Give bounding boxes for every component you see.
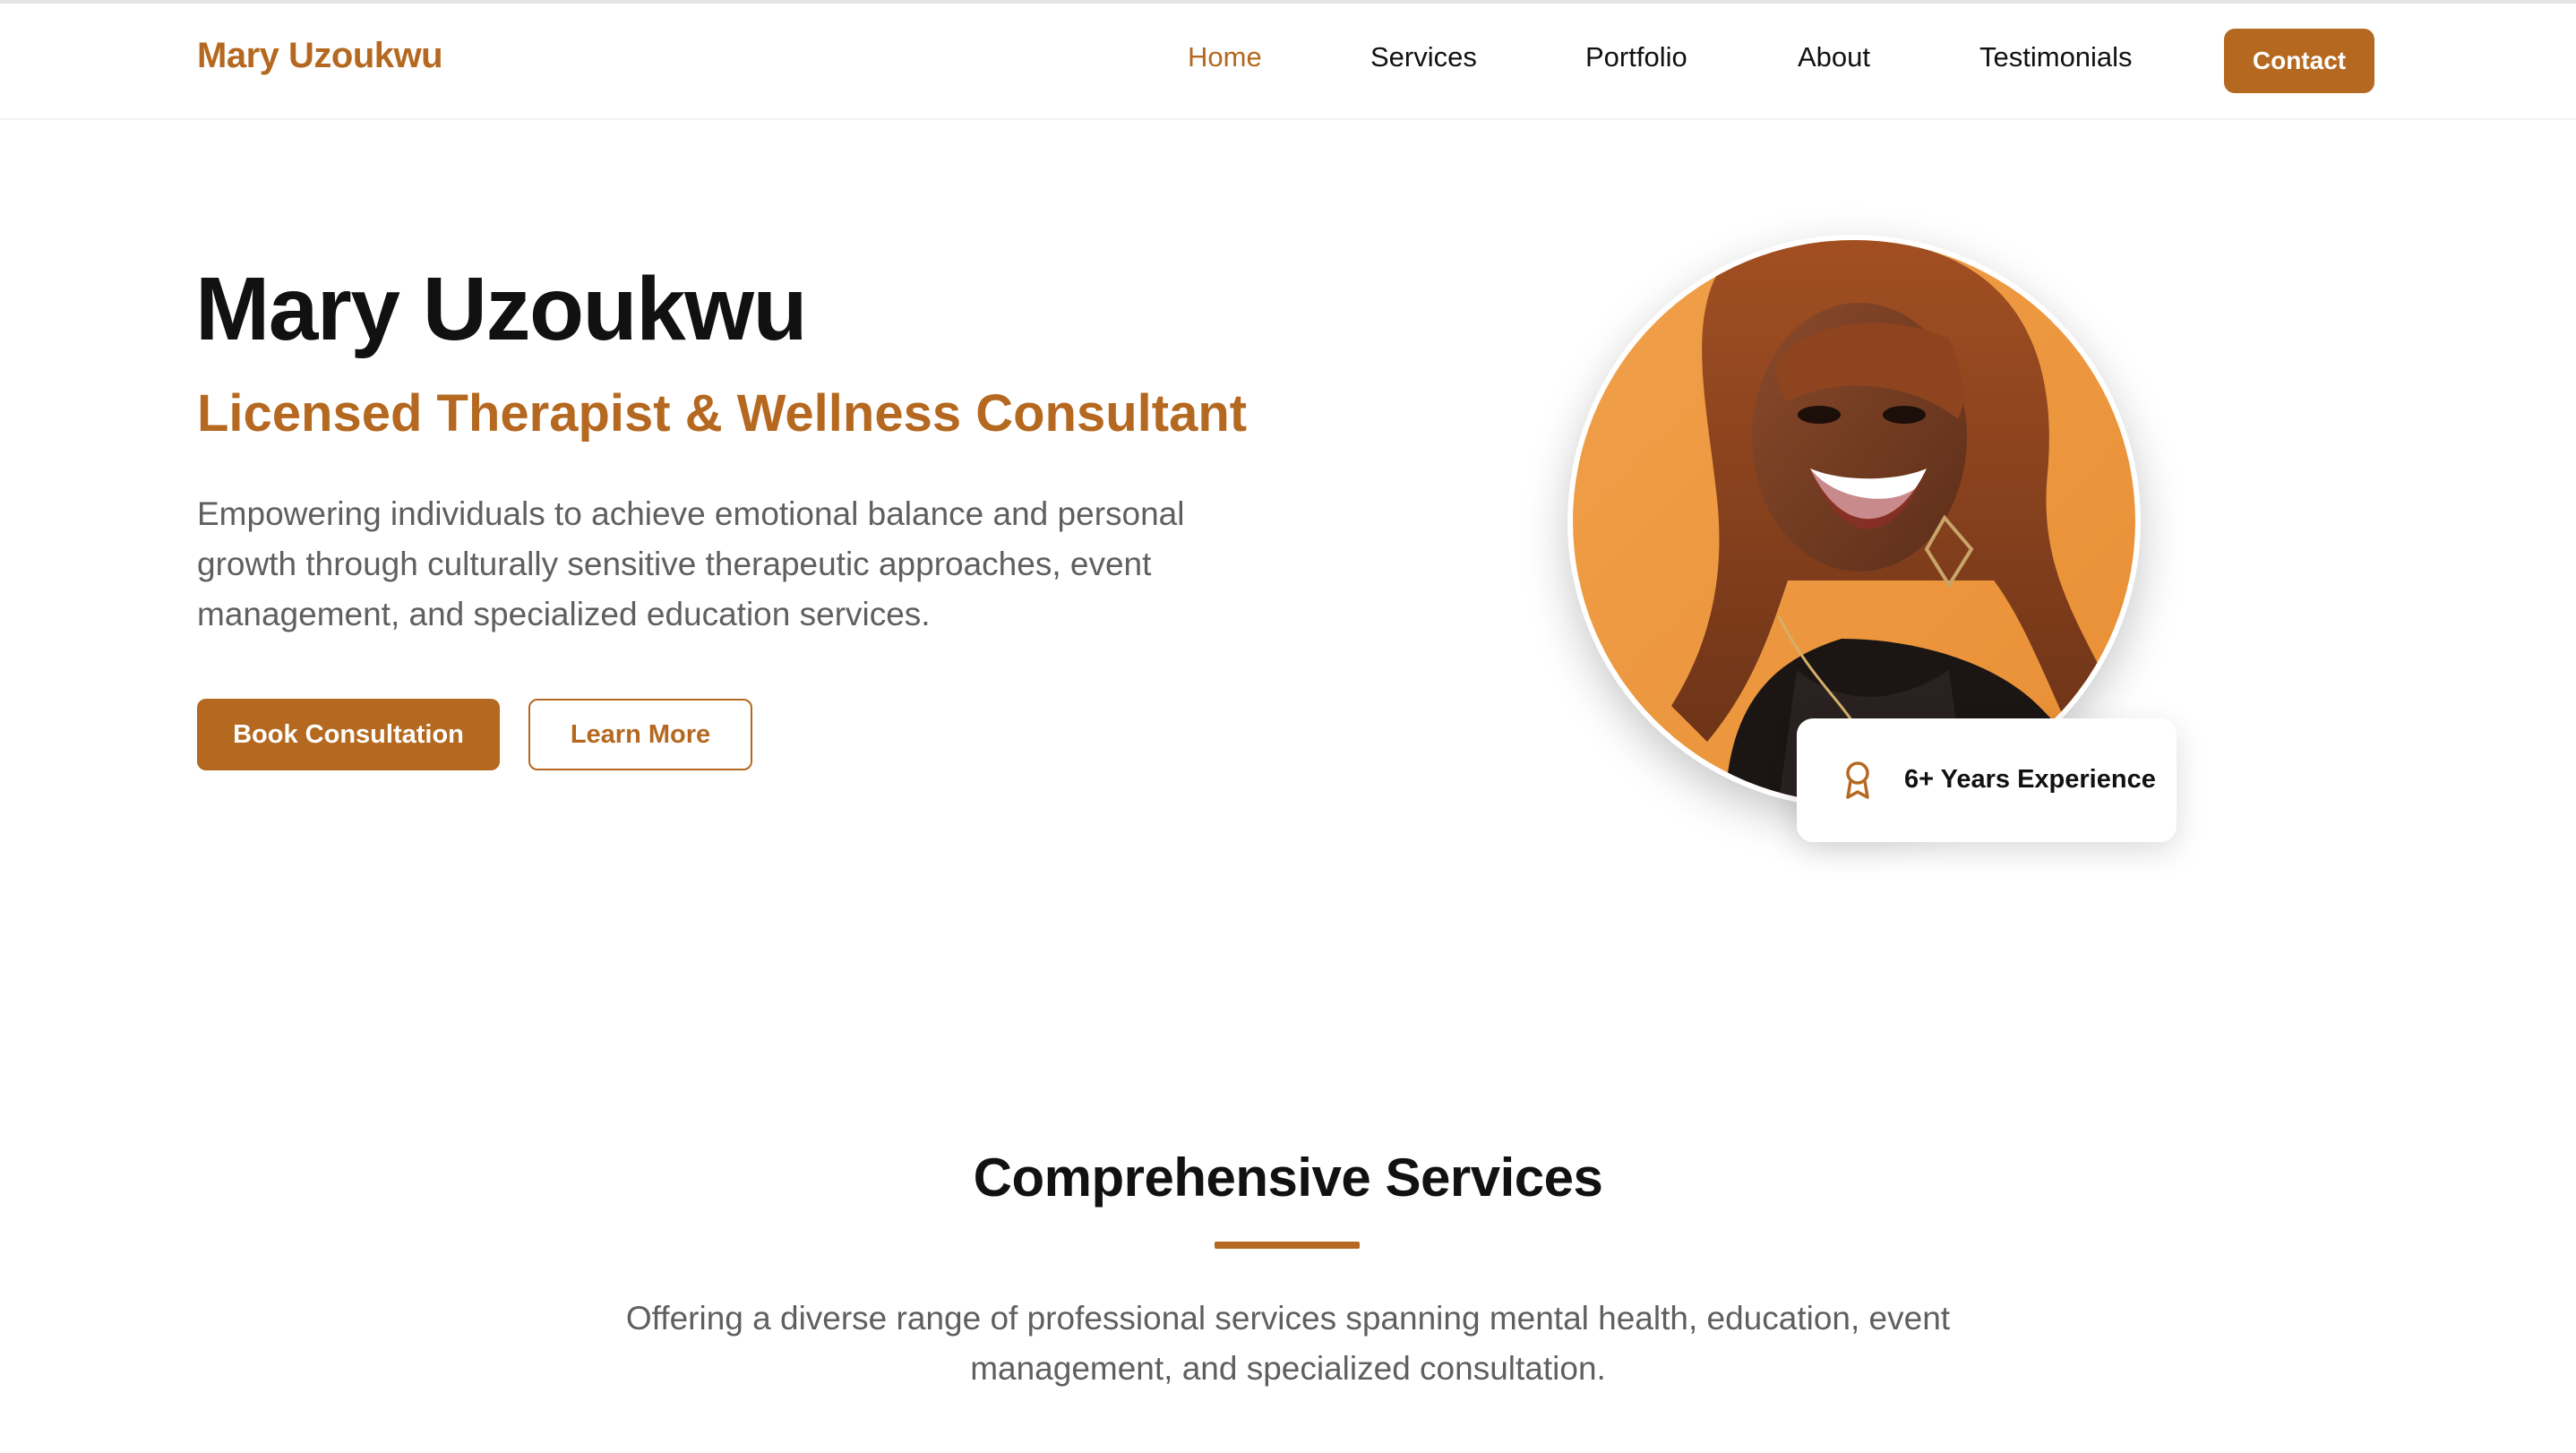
hero-title: Mary Uzoukwu bbox=[195, 259, 808, 359]
services-description: Offering a diverse range of professional… bbox=[625, 1300, 1951, 1387]
hero-description: Empowering individuals to achieve emotio… bbox=[197, 495, 1185, 632]
learn-more-button[interactable]: Learn More bbox=[528, 699, 752, 770]
nav-services[interactable]: Services bbox=[1370, 41, 1477, 73]
experience-text: 6+ Years Experience bbox=[1904, 765, 2156, 794]
book-consultation-button[interactable]: Book Consultation bbox=[197, 699, 500, 770]
award-icon bbox=[1840, 760, 1876, 801]
nav-about[interactable]: About bbox=[1798, 41, 1870, 73]
services-title: Comprehensive Services bbox=[973, 1148, 1603, 1208]
experience-badge: 6+ Years Experience bbox=[1797, 718, 2177, 842]
title-underline bbox=[1215, 1242, 1360, 1249]
brand-logo[interactable]: Mary Uzoukwu bbox=[197, 36, 443, 76]
contact-button[interactable]: Contact bbox=[2224, 29, 2374, 93]
nav-portfolio[interactable]: Portfolio bbox=[1585, 41, 1687, 73]
nav-home[interactable]: Home bbox=[1188, 41, 1262, 73]
site-header: Mary Uzoukwu Home Services Portfolio Abo… bbox=[0, 4, 2576, 120]
nav-testimonials[interactable]: Testimonials bbox=[1979, 41, 2133, 73]
hero-subtitle: Licensed Therapist & Wellness Consultant bbox=[197, 384, 1248, 443]
